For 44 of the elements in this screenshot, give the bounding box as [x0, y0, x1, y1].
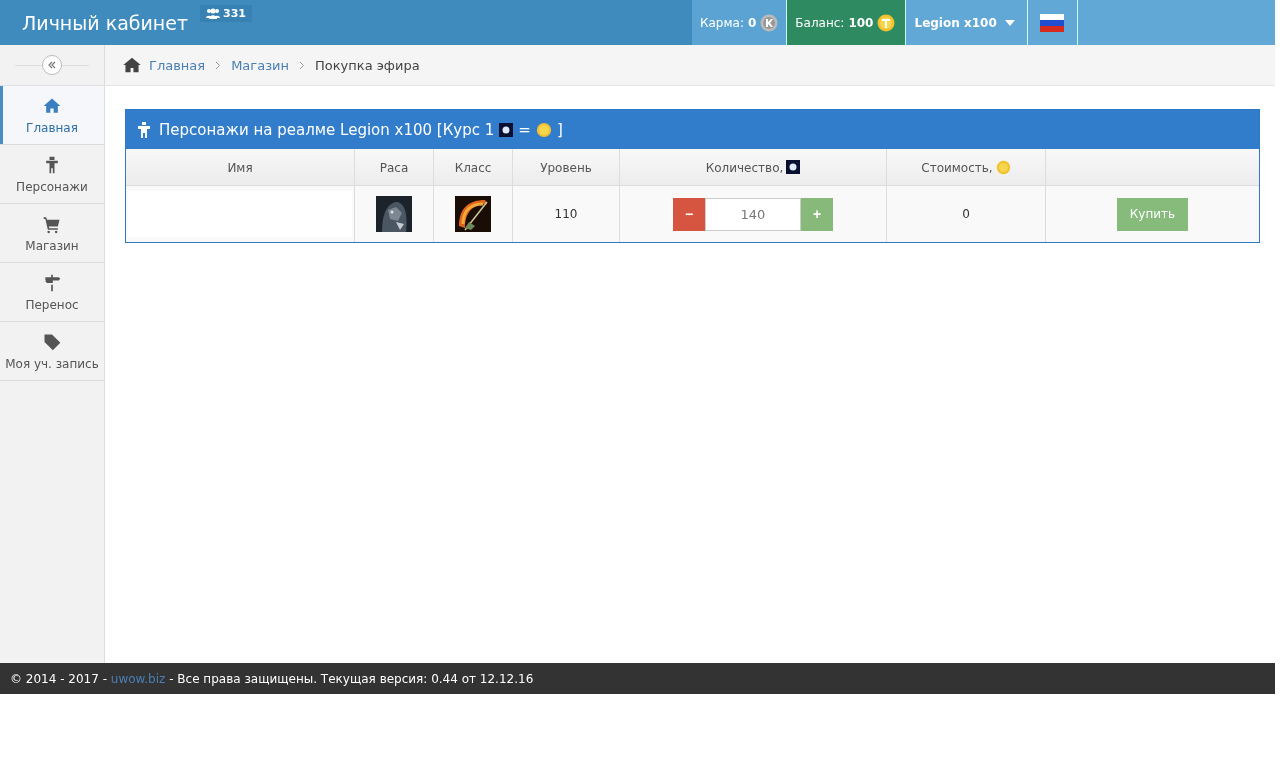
panel-title-equals: = [518, 120, 531, 139]
footer-text: © 2014 - 2017 - uwow.biz - Все права защищены. Текущая версия: 0.44 от 12.12.16 [10, 671, 534, 686]
site-link[interactable]: uwow.biz [110, 671, 166, 686]
buy-button[interactable]: Купить [1117, 197, 1188, 231]
balance-label: Баланс: [795, 15, 845, 30]
sidebar-item[interactable]: Главная [0, 86, 104, 145]
panel-title: Персонажи на реалме Legion x100 [Курс 1 [159, 120, 495, 139]
increase-button[interactable]: + [801, 197, 833, 231]
column-header: Раса [354, 149, 434, 186]
caret-icon [1004, 19, 1015, 26]
breadcrumb-separator [297, 60, 307, 70]
karma-label: Карма: [700, 15, 744, 30]
column-header: Класс [433, 149, 513, 186]
column-header: Количество, [619, 149, 887, 186]
breadcrumb-link[interactable]: Магазин [231, 57, 289, 73]
home-icon [123, 57, 141, 73]
language-button[interactable] [1026, 0, 1078, 45]
nav-icon [42, 272, 62, 293]
cost-cell: 0 [886, 185, 1046, 242]
balance-value: 100 [848, 15, 874, 30]
quantity-field[interactable]: 140 [705, 197, 801, 231]
realm-dropdown[interactable]: Legion x100 [905, 0, 1027, 45]
panel-title-end: ] [556, 120, 563, 139]
ether-icon [786, 160, 801, 175]
person-icon [138, 121, 150, 138]
coin-icon [995, 159, 1011, 175]
ether-icon [499, 122, 514, 137]
site-title: Личный кабинет [22, 11, 189, 34]
double-chevron-icon [47, 60, 57, 70]
current-page-title: Покупка эфира [315, 57, 420, 73]
column-header: Имя [126, 149, 355, 186]
column-header: Уровень [512, 149, 620, 186]
flag-icon [1040, 13, 1065, 32]
decrease-button[interactable]: − [673, 197, 705, 231]
users-icon [206, 7, 221, 20]
online-count: 331 [223, 7, 246, 20]
karma-coin-icon [760, 13, 779, 32]
collapse-button[interactable] [42, 55, 62, 75]
column-header: Стоимость, [886, 149, 1046, 186]
level-cell: 110 [512, 185, 620, 242]
karma-value: 0 [747, 15, 757, 30]
coin-icon [877, 13, 896, 32]
breadcrumb-link[interactable]: Главная [149, 57, 206, 73]
coin-icon [535, 121, 552, 138]
